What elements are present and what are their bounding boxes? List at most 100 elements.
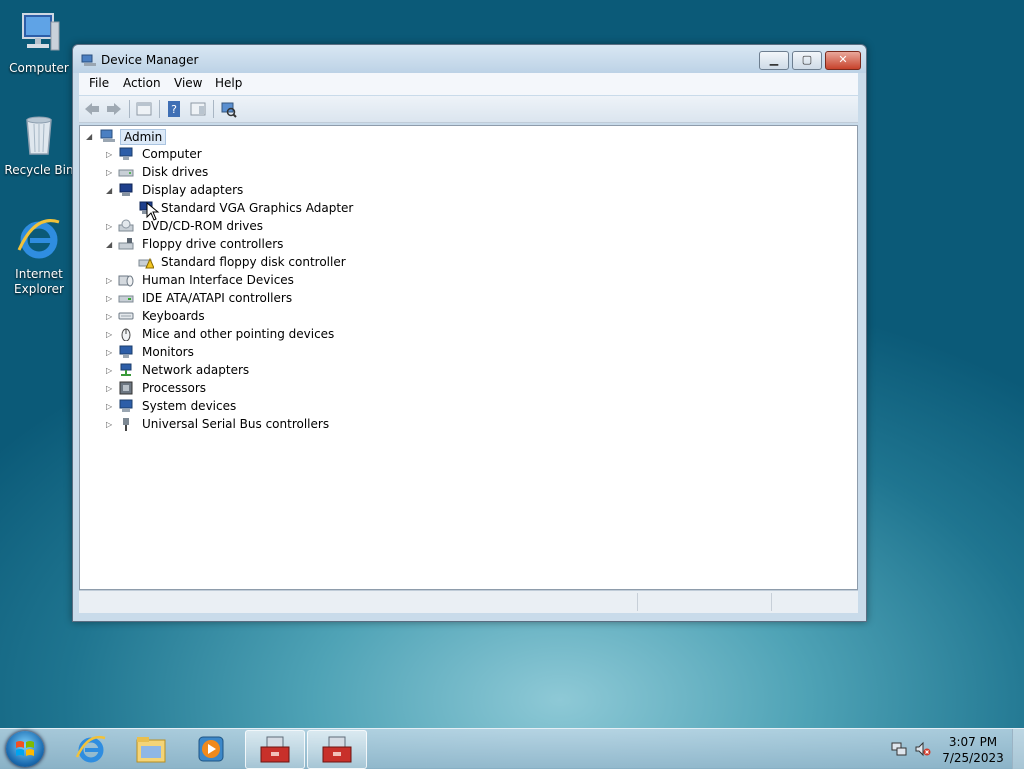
close-button[interactable]: ✕ [825,51,861,70]
properties-pane-icon[interactable] [135,100,153,118]
collapse-arrow-icon[interactable]: ◢ [106,186,112,195]
disk-drive-icon [118,169,134,177]
volume-muted-icon[interactable] [915,741,931,757]
back-icon[interactable] [83,100,101,118]
windows-logo-icon [16,741,34,756]
menu-view[interactable]: View [174,76,202,90]
forward-icon[interactable] [105,100,123,118]
dvd-drive-icon [118,219,134,232]
expand-arrow-icon[interactable]: ▷ [106,366,112,375]
device-manager-window[interactable]: Device Manager ▁ ▢ ✕ File Action View He… [72,44,867,622]
expand-arrow-icon[interactable]: ▷ [106,348,112,357]
taskbar: 3:07 PM 7/25/2023 [0,728,1024,769]
tree-node-label: Computer [142,147,202,161]
tree-node-label: Standard VGA Graphics Adapter [161,201,354,215]
menu-file[interactable]: File [89,76,109,90]
floppy-controller-icon [118,238,134,250]
processor-icon [119,381,133,395]
device-manager-icon [260,736,290,763]
usb-icon [123,418,129,431]
system-devices-icon [119,399,133,412]
maximize-icon: ▢ [801,53,813,66]
network-adapter-icon [120,363,132,376]
menu-bar: File Action View Help [79,73,858,95]
minimize-button[interactable]: ▁ [759,51,789,70]
device-manager-icon [322,736,352,763]
expand-arrow-icon[interactable]: ▷ [106,276,112,285]
ide-controller-icon [118,295,134,303]
expand-arrow-icon[interactable]: ▷ [106,150,112,159]
tree-node-label: Floppy drive controllers [142,237,284,251]
show-desktop-button[interactable] [1012,729,1024,769]
tree-node-label: Human Interface Devices [142,273,294,287]
monitor-icon [119,345,133,358]
desktop-icon-label: Explorer [14,282,64,296]
expand-arrow-icon[interactable]: ▷ [106,294,112,303]
show-hide-icon[interactable] [189,100,207,118]
clock-time: 3:07 PM [948,735,998,749]
tree-node-label: Network adapters [142,363,250,377]
taskbar-device-manager-1[interactable] [245,730,305,769]
tree-node-label: Standard floppy disk controller [161,255,346,269]
toolbar-separator [159,100,160,118]
tree-node-label: DVD/CD-ROM drives [142,219,264,233]
windows-explorer-icon [136,737,166,763]
svg-text:?: ? [171,103,177,116]
status-bar [79,590,858,613]
taskbar-windows-explorer[interactable] [122,730,180,767]
keyboard-icon [118,312,134,320]
media-player-icon [198,736,224,762]
collapse-arrow-icon[interactable]: ◢ [86,132,92,141]
expand-arrow-icon[interactable]: ▷ [106,420,112,429]
taskbar-internet-explorer[interactable] [62,730,120,767]
toolbar: ? [79,96,858,123]
floppy-controller-warning-icon [138,257,154,269]
taskbar-media-player[interactable] [182,730,240,767]
maximize-button[interactable]: ▢ [792,51,822,70]
device-tree[interactable]: ◢ Admin ▷ Computer ▷ Disk drives ◢ Displ… [79,125,858,590]
expand-arrow-icon[interactable]: ▷ [106,312,112,321]
tree-node-label: Disk drives [142,165,209,179]
tree-root-label: Admin [120,129,167,145]
computer-icon [119,147,133,160]
clock-date: 7/25/2023 [942,751,1004,765]
tree-node-label: Monitors [142,345,194,359]
desktop-icon-label: Internet [15,267,63,281]
expand-arrow-icon[interactable]: ▷ [106,402,112,411]
status-separator [771,593,772,611]
desktop-icon-computer[interactable]: Computer [4,8,74,76]
desktop-icon-label: Recycle Bin [4,163,74,177]
expand-arrow-icon[interactable]: ▷ [106,330,112,339]
tree-node-label: Display adapters [142,183,244,197]
computer-icon [100,129,115,142]
tree-node-label: IDE ATA/ATAPI controllers [142,291,293,305]
hid-icon [118,275,134,287]
tree-node-label: System devices [142,399,237,413]
collapse-arrow-icon[interactable]: ◢ [106,240,112,249]
recycle-bin-icon [26,116,52,155]
internet-explorer-icon [17,219,60,259]
network-tray-icon[interactable] [891,741,907,757]
mouse-cursor-icon [146,202,160,221]
minimize-icon: ▁ [769,53,779,66]
tree-node-label: Mice and other pointing devices [142,327,335,341]
expand-arrow-icon[interactable]: ▷ [106,222,112,231]
title-bar[interactable]: Device Manager ▁ ▢ ✕ [73,45,866,73]
toolbar-separator [129,100,130,118]
system-clock[interactable]: 3:07 PM 7/25/2023 [938,734,1008,766]
taskbar-device-manager-2[interactable] [307,730,367,769]
desktop-icon-recycle-bin[interactable]: Recycle Bin [4,110,74,178]
tree-node-label: Processors [142,381,207,395]
expand-arrow-icon[interactable]: ▷ [106,384,112,393]
internet-explorer-icon [75,735,106,763]
menu-action[interactable]: Action [123,76,161,90]
device-manager-icon [81,54,96,66]
desktop-icon-internet-explorer[interactable]: Internet Explorer [4,214,74,297]
scan-hardware-icon[interactable] [219,100,237,118]
toolbar-separator [213,100,214,118]
start-button[interactable] [6,731,44,767]
expand-arrow-icon[interactable]: ▷ [106,168,112,177]
window-title: Device Manager [101,53,199,67]
menu-help[interactable]: Help [215,76,242,90]
help-icon[interactable]: ? [165,100,183,118]
